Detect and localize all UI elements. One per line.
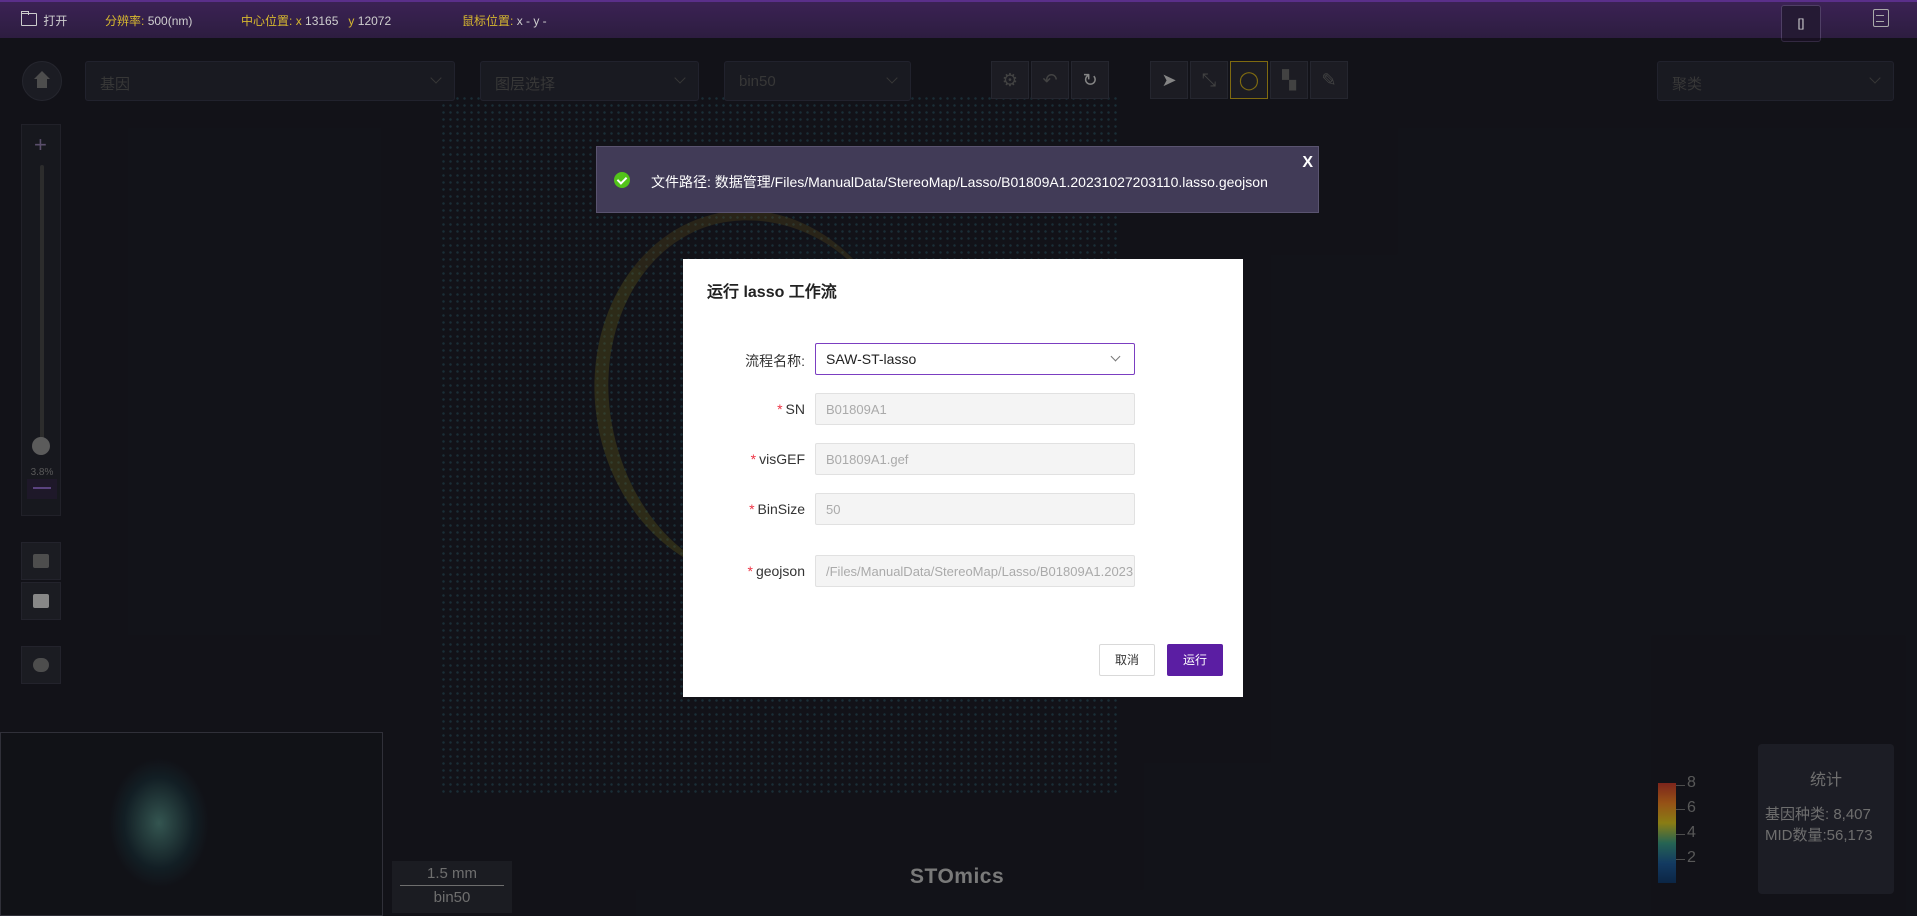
form-row-workflow: 流程名称: SAW-ST-lasso xyxy=(683,343,1243,375)
sn-label: * SN xyxy=(777,401,805,417)
top-bar: 打开 分辨率: 500(nm) 中心位置: x 13165 y 12072 鼠标… xyxy=(0,0,1917,38)
sn-field[interactable]: B01809A1 xyxy=(815,393,1135,425)
form-row-binsize: * BinSize 50 xyxy=(683,493,1243,525)
center-position-readout: 中心位置: x 13165 y 12072 xyxy=(241,14,392,28)
workflow-label: 流程名称: xyxy=(745,353,805,369)
notification-message: 文件路径: 数据管理/Files/ManualData/StereoMap/La… xyxy=(651,174,1268,190)
cancel-button[interactable]: 取消 xyxy=(1099,644,1155,676)
visgef-field[interactable]: B01809A1.gef xyxy=(815,443,1135,475)
mouse-position-readout: 鼠标位置: x - y - xyxy=(462,14,547,28)
form-row-geojson: * geojson /Files/ManualData/StereoMap/Las… xyxy=(683,555,1243,587)
run-workflow-dialog: 运行 lasso 工作流 流程名称: SAW-ST-lasso * SN B018… xyxy=(683,259,1243,697)
notification-close-button[interactable]: X xyxy=(1302,154,1313,172)
binsize-label: * BinSize xyxy=(749,501,805,517)
notes-icon[interactable] xyxy=(1873,9,1889,27)
required-mark: * xyxy=(750,451,757,467)
binsize-field[interactable]: 50 xyxy=(815,493,1135,525)
success-icon xyxy=(614,172,630,188)
chevron-down-icon xyxy=(1110,351,1121,362)
folder-open-icon xyxy=(21,11,37,26)
required-mark: * xyxy=(747,563,753,579)
topbar-toggle-button[interactable]: [] xyxy=(1781,5,1821,42)
form-row-visgef: * visGEF B01809A1.gef xyxy=(683,443,1243,475)
visgef-label: * visGEF xyxy=(750,451,805,467)
required-mark: * xyxy=(777,401,783,417)
resolution-readout: 分辨率: 500(nm) xyxy=(105,14,193,28)
geojson-field[interactable]: /Files/ManualData/StereoMap/Lasso/B01809… xyxy=(815,555,1135,587)
required-mark: * xyxy=(749,501,755,517)
notification: 文件路径: 数据管理/Files/ManualData/StereoMap/La… xyxy=(596,146,1319,213)
form-row-sn: * SN B01809A1 xyxy=(683,393,1243,425)
open-button[interactable]: 打开 xyxy=(21,11,67,29)
run-button[interactable]: 运行 xyxy=(1167,644,1223,676)
workflow-select[interactable]: SAW-ST-lasso xyxy=(815,343,1135,375)
geojson-label: * geojson xyxy=(747,563,806,579)
dialog-title: 运行 lasso 工作流 xyxy=(707,284,837,301)
